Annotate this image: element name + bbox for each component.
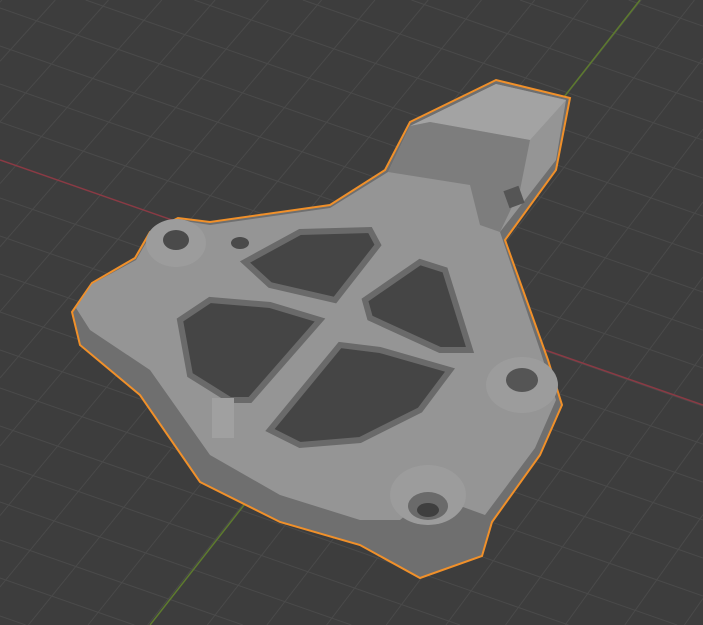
boss-bottom (390, 465, 466, 525)
tab-feature (212, 398, 234, 438)
grid-line (0, 0, 163, 184)
grid-line (0, 615, 26, 625)
grid-line (0, 0, 56, 62)
grid-line (683, 598, 703, 625)
grid-line (0, 0, 3, 3)
grid-line (564, 432, 703, 625)
viewport-canvas[interactable] (0, 0, 703, 625)
selected-mesh-object[interactable] (70, 78, 572, 580)
grid-line (624, 514, 703, 625)
boss-top-left (146, 219, 206, 267)
3d-viewport[interactable] (0, 0, 703, 625)
boss-right (486, 357, 558, 413)
grid-line (0, 577, 135, 625)
small-hole (231, 237, 249, 249)
grid-line (519, 0, 703, 65)
grid-line (411, 0, 703, 103)
